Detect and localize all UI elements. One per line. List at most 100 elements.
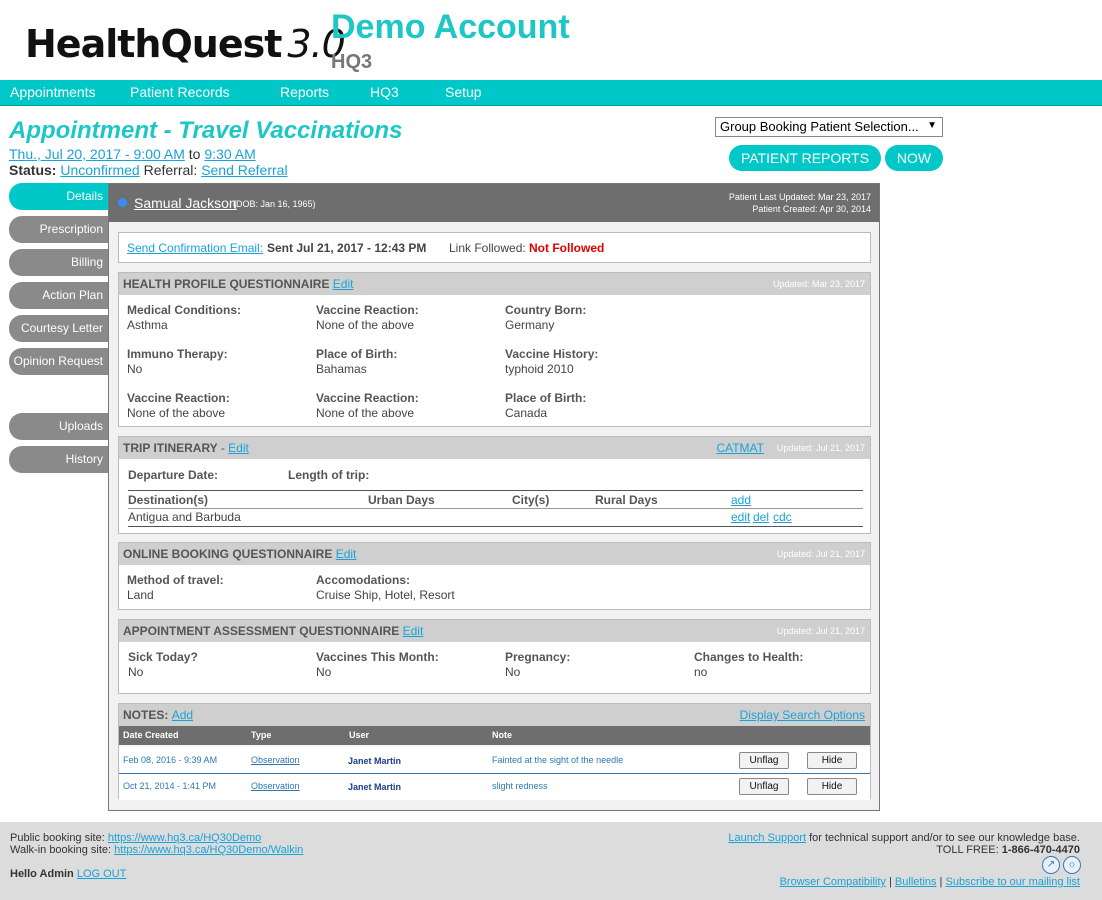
notes-title: NOTES: [123,708,169,722]
compass-icon[interactable]: ↗ [1042,856,1060,874]
trip-itinerary-header: TRIP ITINERARY - Edit CATMAT Updated: Ju… [119,437,870,459]
edit-destination-link[interactable]: edit [731,510,750,524]
nav-hq3[interactable]: HQ3 [370,84,399,100]
appointment-time: Thu., Jul 20, 2017 - 9:00 AM to 9:30 AM [9,146,256,162]
greeting-line: Hello Admin LOG OUT [10,868,126,880]
field-value: No [128,665,144,679]
appointment-start-link[interactable]: Thu., Jul 20, 2017 - 9:00 AM [9,146,185,162]
field-value: no [694,665,708,679]
note-type-link[interactable]: Observation [251,755,300,765]
divider [128,526,863,527]
field-value: None of the above [127,406,226,420]
toll-free-line: TOLL FREE: 1-866-470-4470 [936,844,1080,856]
departure-date-label: Departure Date: [128,468,219,482]
unflag-button[interactable]: Unflag [739,752,789,769]
appointment-status: Status: Unconfirmed Referral: Send Refer… [9,162,288,178]
assessment-updated: Updated: Jul 21, 2017 [776,626,865,636]
logo-text: HealthQuest [25,22,282,66]
details-panel: Samual Jackson (DOB: Jan 16, 1965) Patie… [108,183,880,811]
hide-button[interactable]: Hide [807,778,857,795]
toll-free-number: 1-866-470-4470 [1001,844,1080,856]
public-booking-label: Public booking site: [10,832,105,844]
time-separator: to [188,146,201,162]
display-search-options-link[interactable]: Display Search Options [740,704,865,726]
page-title: Appointment - Travel Vaccinations [9,117,403,144]
online-booking-edit-link[interactable]: Edit [336,547,357,561]
cdc-link[interactable]: cdc [773,510,792,524]
unflag-button[interactable]: Unflag [739,778,789,795]
health-profile-edit-link[interactable]: Edit [333,277,354,291]
appointment-end-link[interactable]: 9:30 AM [204,146,255,162]
tab-uploads[interactable]: Uploads [9,413,109,440]
now-button[interactable]: NOW [885,145,943,171]
notes-header: NOTES: Add Display Search Options [119,704,870,726]
field-label: Pregnancy: [505,650,571,664]
subscribe-link[interactable]: Subscribe to our mailing list [945,876,1080,888]
walkin-booking-link[interactable]: https://www.hq3.ca/HQ30Demo/Walkin [114,844,303,856]
field-label: Vaccine Reaction: [316,303,419,317]
patient-name-link[interactable]: Samual Jackson [134,195,237,211]
field-label: Immuno Therapy: [127,347,228,361]
field-label: Medical Conditions: [127,303,241,317]
referral-label: Referral: [143,162,198,178]
send-confirmation-email-link[interactable]: Send Confirmation Email: [127,241,263,255]
add-destination-link[interactable]: add [731,493,751,507]
patient-header: Samual Jackson (DOB: Jan 16, 1965) Patie… [109,184,879,222]
footer-links: Browser Compatibility | Bulletins | Subs… [779,876,1080,888]
catmat-link[interactable]: CATMAT [716,437,764,459]
nav-appointments[interactable]: Appointments [10,84,96,100]
patient-update-info: Patient Last Updated: Mar 23, 2017 Patie… [729,191,871,215]
destination-name: Antigua and Barbuda [128,510,241,524]
tab-opinion-request[interactable]: Opinion Request [9,348,109,375]
patient-created: Patient Created: Apr 30, 2014 [752,204,871,214]
bulletins-link[interactable]: Bulletins [895,876,937,888]
field-value: typhoid 2010 [505,362,574,376]
nav-patient-records[interactable]: Patient Records [130,84,230,100]
nav-reports[interactable]: Reports [280,84,329,100]
assessment-edit-link[interactable]: Edit [403,624,424,638]
note-date: Oct 21, 2014 - 1:41 PM [123,781,217,791]
globe-icon[interactable]: ☼ [1063,856,1081,874]
add-note-link[interactable]: Add [172,708,193,722]
tab-details[interactable]: Details [9,183,109,210]
walkin-booking-line: Walk-in booking site: https://www.hq3.ca… [10,844,303,856]
tab-prescription[interactable]: Prescription [9,216,109,243]
health-profile-title: HEALTH PROFILE QUESTIONNAIRE [123,277,330,291]
field-label: Place of Birth: [505,391,587,405]
trip-itinerary-edit-link[interactable]: Edit [228,441,249,455]
tab-courtesy-letter[interactable]: Courtesy Letter [9,315,109,342]
tab-billing[interactable]: Billing [9,249,109,276]
field-label: Place of Birth: [316,347,398,361]
delete-destination-link[interactable]: del [753,510,769,524]
field-label: Vaccines This Month: [316,650,439,664]
hide-button[interactable]: Hide [807,752,857,769]
field-value: No [505,665,521,679]
field-value: Bahamas [316,362,367,376]
trip-itinerary-section: TRIP ITINERARY - Edit CATMAT Updated: Ju… [118,436,871,534]
logout-link[interactable]: LOG OUT [77,868,127,880]
launch-support-link[interactable]: Launch Support [728,832,806,844]
col-destinations: Destination(s) [128,493,209,507]
public-booking-link[interactable]: https://www.hq3.ca/HQ30Demo [108,832,261,844]
walkin-booking-label: Walk-in booking site: [10,844,112,856]
send-referral-link[interactable]: Send Referral [201,162,287,178]
nav-setup[interactable]: Setup [445,84,482,100]
patient-reports-button[interactable]: PATIENT REPORTS [729,145,881,171]
tab-history[interactable]: History [9,446,109,473]
tab-action-plan[interactable]: Action Plan [9,282,109,309]
col-rural-days: Rural Days [595,493,658,507]
online-booking-title: ONLINE BOOKING QUESTIONNAIRE [123,547,333,561]
col-urban-days: Urban Days [368,493,435,507]
field-value: Cruise Ship, Hotel, Resort [316,588,455,602]
field-value: None of the above [316,318,415,332]
header: HealthQuest 3.0 Demo Account HQ3 [0,0,1102,80]
patient-dob: (DOB: Jan 16, 1965) [233,199,316,209]
public-booking-line: Public booking site: https://www.hq3.ca/… [10,832,261,844]
group-booking-select[interactable]: Group Booking Patient Selection... ▼ [715,117,943,137]
note-type-link[interactable]: Observation [251,781,300,791]
browser-compatibility-link[interactable]: Browser Compatibility [780,876,886,888]
toll-free-label: TOLL FREE: [936,844,999,856]
field-label: Vaccine Reaction: [127,391,230,405]
patient-status-dot-icon [118,198,127,207]
status-value-link[interactable]: Unconfirmed [60,162,139,178]
